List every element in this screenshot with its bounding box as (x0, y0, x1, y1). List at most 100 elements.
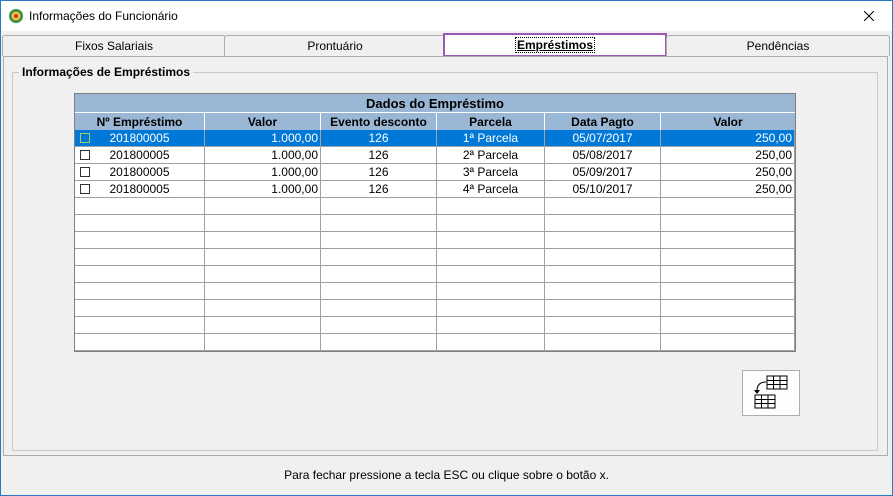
cell-evento (321, 198, 437, 215)
cell-valor-parcela: 250,00 (661, 164, 795, 181)
tab-label: Empréstimos (514, 37, 596, 53)
cell-valor (205, 232, 321, 249)
cell-text: 1.000,00 (271, 165, 318, 179)
tab-prontuario[interactable]: Prontuário (224, 35, 446, 56)
cell-data (545, 300, 661, 317)
cell-numero (75, 215, 205, 232)
cell-numero: 201800005 (75, 147, 205, 164)
cell-text: 05/07/2017 (572, 131, 633, 145)
cell-valor-parcela (661, 198, 795, 215)
cell-valor-parcela (661, 215, 795, 232)
cell-text: 250,00 (755, 165, 792, 179)
column-header-valor[interactable]: Valor (205, 113, 321, 130)
cell-text: 201800005 (109, 165, 170, 179)
export-grid-button[interactable] (742, 370, 800, 416)
cell-data: 05/07/2017 (545, 130, 661, 147)
cell-data (545, 334, 661, 351)
cell-valor (205, 334, 321, 351)
cell-text: 201800005 (109, 131, 170, 145)
table-row[interactable] (75, 334, 795, 351)
cell-data (545, 283, 661, 300)
tab-label: Prontuário (307, 39, 363, 53)
cell-valor-parcela (661, 249, 795, 266)
table-row[interactable] (75, 215, 795, 232)
cell-parcela (437, 232, 545, 249)
close-button[interactable] (846, 1, 892, 31)
cell-numero (75, 283, 205, 300)
cell-valor-parcela (661, 317, 795, 334)
table-row[interactable]: 201800005 1.000,00 126 4ª Parcela 05/10/2017… (75, 181, 795, 198)
cell-parcela (437, 198, 545, 215)
cell-valor-parcela: 250,00 (661, 130, 795, 147)
row-checkbox[interactable] (80, 167, 90, 177)
cell-parcela (437, 266, 545, 283)
table-row[interactable]: 201800005 1.000,00 126 3ª Parcela 05/09/2017… (75, 164, 795, 181)
cell-data (545, 249, 661, 266)
cell-numero (75, 232, 205, 249)
grid-title: Dados do Empréstimo (75, 94, 795, 113)
cell-parcela (437, 317, 545, 334)
grid-export-icon (754, 375, 788, 409)
cell-data (545, 266, 661, 283)
table-row[interactable]: 201800005 1.000,00 126 2ª Parcela 05/08/2017… (75, 147, 795, 164)
column-header-numero[interactable]: Nº Empréstimo (75, 113, 205, 130)
cell-text: 4ª Parcela (462, 182, 519, 196)
cell-evento: 126 (321, 181, 437, 198)
cell-numero (75, 198, 205, 215)
table-row[interactable] (75, 198, 795, 215)
table-row[interactable] (75, 300, 795, 317)
cell-text: 201800005 (109, 182, 170, 196)
cell-parcela: 2ª Parcela (437, 147, 545, 164)
cell-data: 05/10/2017 (545, 181, 661, 198)
cell-numero (75, 266, 205, 283)
cell-evento (321, 215, 437, 232)
table-row[interactable] (75, 317, 795, 334)
cell-parcela: 1ª Parcela (437, 130, 545, 147)
cell-valor-parcela: 250,00 (661, 181, 795, 198)
column-header-parcela[interactable]: Parcela (437, 113, 545, 130)
column-header-valor-parcela[interactable]: Valor (661, 113, 795, 130)
cell-data (545, 215, 661, 232)
cell-valor-parcela (661, 266, 795, 283)
cell-parcela (437, 283, 545, 300)
cell-numero (75, 334, 205, 351)
cell-numero (75, 317, 205, 334)
cell-parcela: 3ª Parcela (437, 164, 545, 181)
row-checkbox[interactable] (80, 133, 90, 143)
tab-fixos-salariais[interactable]: Fixos Salariais (2, 35, 226, 56)
column-header-evento[interactable]: Evento desconto (321, 113, 437, 130)
cell-numero (75, 300, 205, 317)
tab-emprestimos[interactable]: Empréstimos (443, 33, 667, 57)
cell-valor (205, 300, 321, 317)
loan-grid[interactable]: Dados do Empréstimo Nº Empréstimo Valor … (74, 93, 796, 352)
cell-text: 05/09/2017 (572, 165, 633, 179)
tab-label: Fixos Salariais (74, 39, 154, 53)
tab-pendencias[interactable]: Pendências (666, 35, 890, 56)
cell-text: 3ª Parcela (462, 165, 519, 179)
table-row[interactable] (75, 283, 795, 300)
cell-numero: 201800005 (75, 181, 205, 198)
table-row[interactable] (75, 249, 795, 266)
table-row[interactable] (75, 232, 795, 249)
cell-text: 1ª Parcela (462, 131, 519, 145)
cell-numero: 201800005 (75, 164, 205, 181)
cell-valor: 1.000,00 (205, 147, 321, 164)
cell-text: 250,00 (755, 131, 792, 145)
row-checkbox[interactable] (80, 184, 90, 194)
table-row[interactable] (75, 266, 795, 283)
cell-text: 1.000,00 (271, 148, 318, 162)
cell-text: 05/08/2017 (572, 148, 633, 162)
cell-parcela (437, 334, 545, 351)
table-row[interactable]: 201800005 1.000,00 126 1ª Parcela 05/07/2017… (75, 130, 795, 147)
cell-evento (321, 334, 437, 351)
column-header-data[interactable]: Data Pagto (545, 113, 661, 130)
cell-text: 126 (368, 148, 389, 162)
cell-evento (321, 232, 437, 249)
cell-valor (205, 198, 321, 215)
cell-data (545, 198, 661, 215)
row-checkbox[interactable] (80, 150, 90, 160)
cell-numero: 201800005 (75, 130, 205, 147)
tab-strip: Fixos Salariais Prontuário Empréstimos P… (2, 33, 891, 57)
cell-valor: 1.000,00 (205, 130, 321, 147)
cell-valor: 1.000,00 (205, 164, 321, 181)
